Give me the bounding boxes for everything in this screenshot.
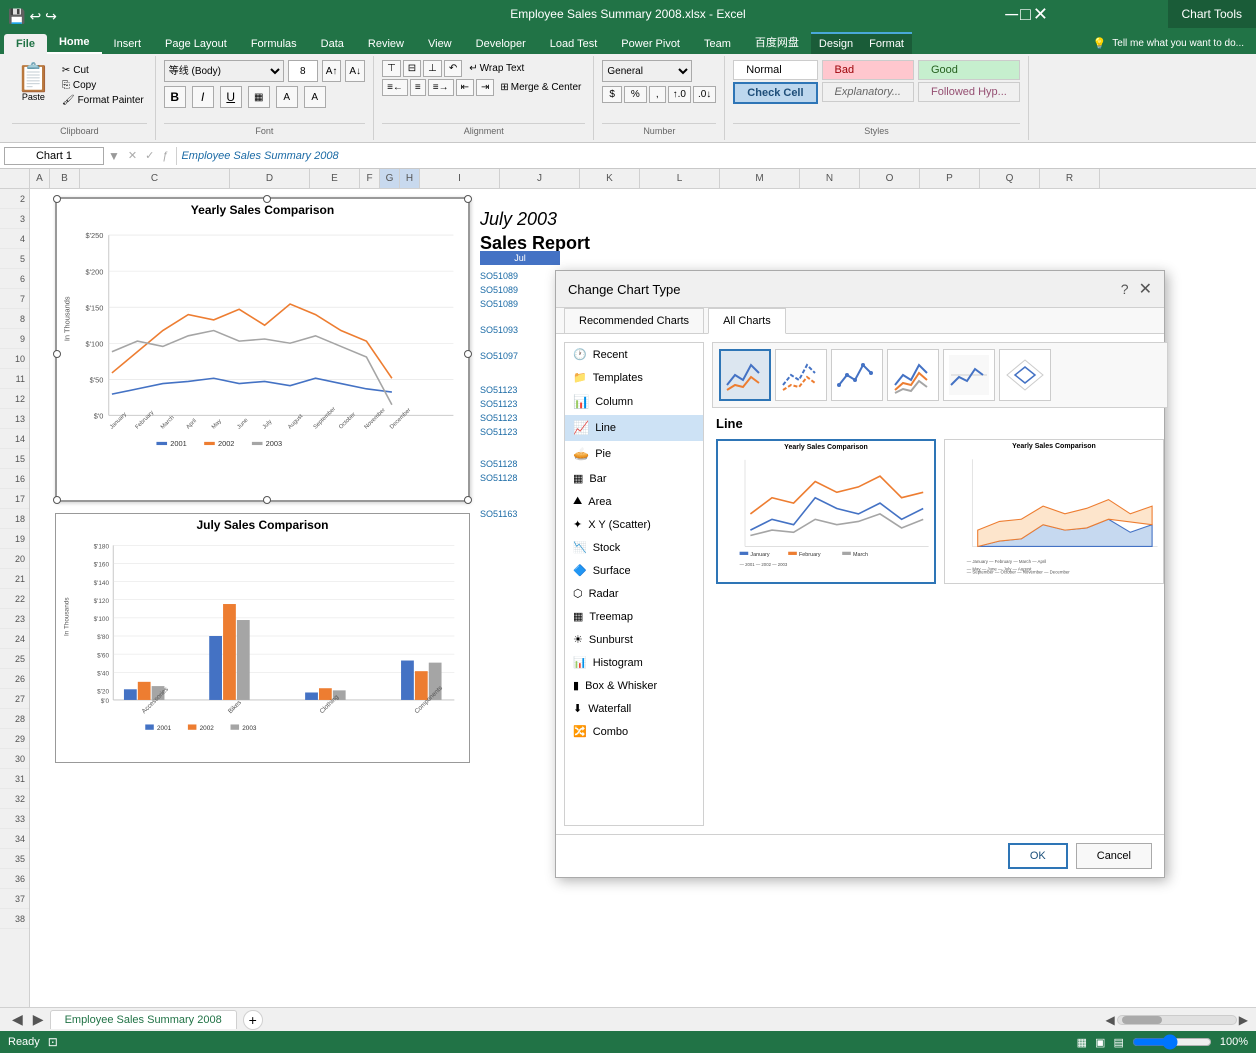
ok-button[interactable]: OK [1008,843,1068,869]
templates-icon: 📁 [573,371,587,384]
line-subtype-6-icon [1005,355,1045,395]
preview2-chart: — January — February — March — April — M… [945,453,1163,575]
line-subtype-2-icon [781,355,821,395]
boxwhisker-icon: ▮ [573,679,579,692]
dialog-overlay: Change Chart Type ? ✕ Recommended Charts… [0,0,1256,1053]
line-subtype-3-icon [837,355,877,395]
cancel-button[interactable]: Cancel [1076,843,1152,869]
bar-icon: ▦ [573,472,583,485]
chart-previews-row: Yearly Sales Comparison January [712,435,1168,588]
subtype-line-6[interactable] [999,349,1051,401]
chart-type-boxwhisker[interactable]: ▮Box & Whisker [565,674,703,697]
chart-subtype-row [712,342,1168,408]
sunburst-icon: ☀ [573,633,583,646]
column-icon: 📊 [573,394,589,410]
dialog-tab-recommended[interactable]: Recommended Charts [564,308,704,334]
pie-icon: 🥧 [573,446,589,462]
dialog-body: 🕐Recent 📁Templates 📊Column 📈Line 🥧Pie [556,334,1164,834]
scatter-icon: ✦ [573,518,582,531]
dialog-help-icon[interactable]: ? [1121,281,1129,297]
svg-text:— 2001 — 2002 — 2003: — 2001 — 2002 — 2003 [740,562,788,567]
chart-type-pie[interactable]: 🥧Pie [565,441,703,467]
line-subtype-4-icon [893,355,933,395]
svg-text:March: March [853,552,868,558]
preview2-title: Yearly Sales Comparison [945,440,1163,453]
dialog-close-icon[interactable]: ✕ [1139,279,1152,299]
waterfall-icon: ⬇ [573,702,582,715]
svg-text:February: February [799,552,821,558]
chart-type-waterfall[interactable]: ⬇Waterfall [565,697,703,720]
dialog-footer: OK Cancel [556,834,1164,877]
chart-type-line[interactable]: 📈Line [565,415,703,441]
chart-type-surface[interactable]: 🔷Surface [565,559,703,582]
subtype-line-2[interactable] [775,349,827,401]
chart-type-bar[interactable]: ▦Bar [565,467,703,490]
dialog-tabs: Recommended Charts All Charts [556,308,1164,334]
dialog-title-bar: Change Chart Type ? ✕ [556,271,1164,308]
combo-icon: 🔀 [573,725,587,738]
svg-text:January: January [750,552,769,558]
chart-type-sunburst[interactable]: ☀Sunburst [565,628,703,651]
chart-type-radar[interactable]: ⬡Radar [565,582,703,605]
chart-type-recent[interactable]: 🕐Recent [565,343,703,366]
histogram-icon: 📊 [573,656,587,669]
svg-text:— January — February — March: — January — February — March — April [967,559,1046,564]
line-subtype-5-icon [949,355,989,395]
preview1-title: Yearly Sales Comparison [718,441,934,454]
subtype-line-5[interactable] [943,349,995,401]
subtype-line-1[interactable] [719,349,771,401]
line-icon: 📈 [573,420,589,436]
chart-type-area[interactable]: ⛰Area [565,490,703,513]
chart-type-templates[interactable]: 📁Templates [565,366,703,389]
stock-icon: 📉 [573,541,587,554]
chart-type-scatter[interactable]: ✦X Y (Scatter) [565,513,703,536]
dialog-tab-all-charts[interactable]: All Charts [708,308,786,334]
subtype-line-3[interactable] [831,349,883,401]
chart-section-label: Line [712,408,1168,435]
subtype-line-4[interactable] [887,349,939,401]
chart-subtype-panel: Line Yearly Sales Comparison [712,342,1168,826]
preview1-chart: January February March — 2001 — 2002 — 2… [718,454,934,574]
chart-type-combo[interactable]: 🔀Combo [565,720,703,743]
chart-type-list: 🕐Recent 📁Templates 📊Column 📈Line 🥧Pie [564,342,704,826]
recent-icon: 🕐 [573,348,587,361]
chart-type-histogram[interactable]: 📊Histogram [565,651,703,674]
chart-type-column[interactable]: 📊Column [565,389,703,415]
change-chart-type-dialog: Change Chart Type ? ✕ Recommended Charts… [555,270,1165,878]
area-icon: ⛰ [573,495,582,508]
chart-preview-2[interactable]: Yearly Sales Comparison — January — Febr… [944,439,1164,584]
treemap-icon: ▦ [573,610,583,623]
svg-text:— September — October — Nove: — September — October — November — Decem… [967,570,1071,575]
chart-type-stock[interactable]: 📉Stock [565,536,703,559]
surface-icon: 🔷 [573,564,587,577]
radar-icon: ⬡ [573,587,583,600]
chart-preview-1[interactable]: Yearly Sales Comparison January [716,439,936,584]
chart-type-treemap[interactable]: ▦Treemap [565,605,703,628]
dialog-title: Change Chart Type [568,282,681,297]
line-subtype-1-icon [725,355,765,395]
